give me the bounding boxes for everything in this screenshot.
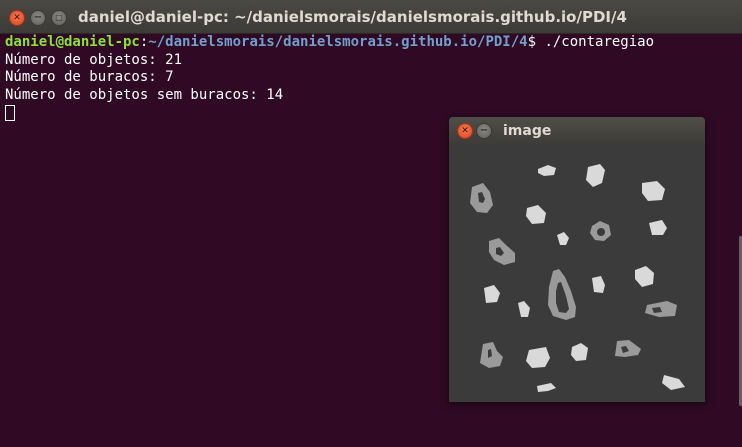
- minimize-icon[interactable]: −: [476, 123, 492, 139]
- blob-image: [449, 145, 705, 402]
- maximize-icon[interactable]: □: [51, 10, 67, 26]
- image-window-title: image: [503, 123, 552, 139]
- hole: [597, 228, 605, 236]
- prompt-symbol: $: [527, 34, 545, 50]
- image-titlebar[interactable]: ✕ − image: [449, 117, 705, 145]
- prompt-path: ~/danielsmorais/danielsmorais.github.io/…: [148, 34, 528, 50]
- text-cursor: [5, 105, 15, 121]
- output-line: Número de objetos: 21: [5, 51, 183, 68]
- minimize-icon[interactable]: −: [30, 10, 46, 26]
- prompt-line: daniel@daniel-pc:~/danielsmorais/daniels…: [5, 34, 742, 52]
- terminal-title: daniel@daniel-pc: ~/danielsmorais/daniel…: [78, 8, 627, 26]
- image-canvas: [449, 145, 705, 402]
- image-window: ✕ − image: [449, 117, 705, 402]
- output-line: Número de buracos: 7: [5, 69, 174, 85]
- output-line: Número de objetos sem buracos: 14: [5, 86, 284, 103]
- close-icon[interactable]: ✕: [457, 123, 473, 139]
- command-text: ./contaregiao: [544, 34, 655, 50]
- close-icon[interactable]: ✕: [9, 10, 25, 26]
- prompt-user: daniel@daniel-pc: [5, 34, 140, 50]
- terminal-titlebar[interactable]: ✕ − □ daniel@daniel-pc: ~/danielsmorais/…: [0, 0, 742, 34]
